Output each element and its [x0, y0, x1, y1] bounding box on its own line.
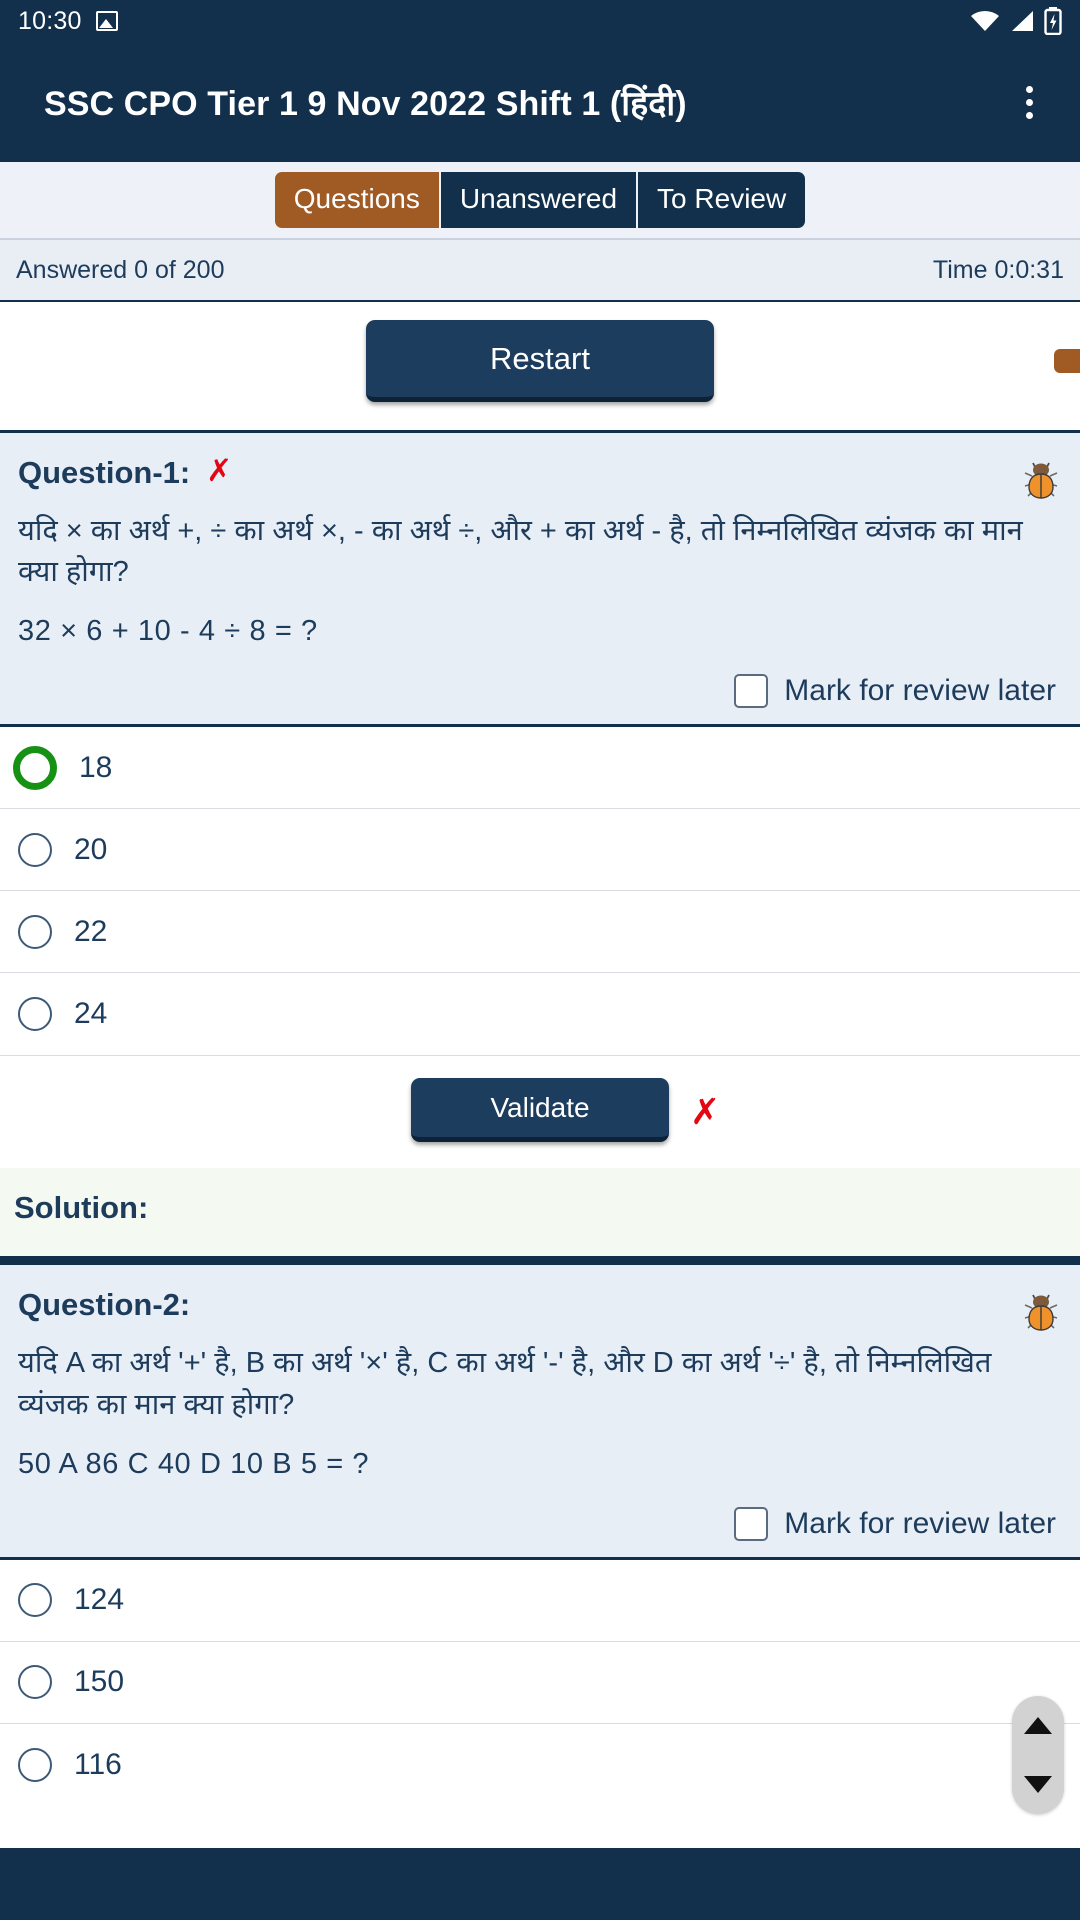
wifi-icon	[971, 10, 999, 31]
option-row[interactable]: 124	[0, 1560, 1080, 1642]
question-1-header: Question-1: ✗	[18, 455, 1062, 501]
app-bar: SSC CPO Tier 1 9 Nov 2022 Shift 1 (हिंदी…	[0, 42, 1080, 162]
option-label: 116	[74, 1747, 122, 1781]
mark-for-review-checkbox[interactable]	[734, 1506, 769, 1541]
validate-button[interactable]: Validate	[411, 1078, 669, 1143]
battery-charging-icon	[1044, 7, 1062, 35]
answered-count: Answered 0 of 200	[16, 255, 225, 284]
tab-questions[interactable]: Questions	[274, 172, 439, 228]
option-row[interactable]: 150	[0, 1642, 1080, 1724]
question-card-2: Question-2: यदि A का अर्थ '+' है, B का अ…	[0, 1265, 1080, 1557]
option-radio[interactable]	[18, 832, 52, 867]
restart-row: Restart	[0, 302, 1080, 433]
question-2-mark-row: Mark for review later	[18, 1506, 1062, 1541]
mark-for-review-label: Mark for review later	[784, 1506, 1056, 1540]
option-row[interactable]: 116	[0, 1724, 1080, 1806]
tab-group: Questions Unanswered To Review	[274, 172, 806, 228]
system-navigation-bar	[0, 1848, 1080, 1920]
progress-bar: Answered 0 of 200 Time 0:0:31	[0, 240, 1080, 302]
option-label: 24	[74, 997, 108, 1031]
question-1-text: यदि × का अर्थ +, ÷ का अर्थ ×, - का अर्थ …	[18, 515, 1023, 589]
question-2-options: 124 150 116	[0, 1556, 1080, 1806]
kebab-dot	[1025, 98, 1033, 106]
question-1-label: Question-1:	[18, 455, 191, 490]
question-card-1: Question-1: ✗ यदि × का अर्थ +, ÷ का अर्थ…	[0, 433, 1080, 725]
option-label: 20	[74, 832, 108, 866]
validate-result-icon: ✗	[690, 1091, 721, 1133]
option-row[interactable]: 24	[0, 973, 1080, 1055]
question-1-validate-row: Validate ✗	[0, 1055, 1080, 1169]
option-label: 22	[74, 914, 108, 948]
status-bar-clock: 10:30	[18, 6, 82, 35]
page-title: SSC CPO Tier 1 9 Nov 2022 Shift 1 (हिंदी…	[44, 85, 687, 123]
tab-unanswered[interactable]: Unanswered	[438, 172, 637, 228]
tab-to-review[interactable]: To Review	[636, 172, 806, 228]
question-1-mark-row: Mark for review later	[18, 674, 1062, 709]
elapsed-time: Time 0:0:31	[932, 255, 1064, 284]
question-1-solution: Solution:	[0, 1168, 1080, 1259]
image-icon	[95, 11, 118, 31]
option-label: 124	[74, 1583, 125, 1617]
question-2-label: Question-2:	[18, 1287, 191, 1323]
question-2-expression: 50 A 86 C 40 D 10 B 5 = ?	[18, 1447, 370, 1480]
status-bar: 10:30	[0, 0, 1080, 42]
option-radio[interactable]	[18, 914, 52, 949]
option-row[interactable]: 18	[0, 727, 1080, 810]
question-1-expression: 32 × 6 + 10 - 4 ÷ 8 = ?	[18, 615, 318, 648]
question-2-text: यदि A का अर्थ '+' है, B का अर्थ '×' है, …	[18, 1347, 992, 1421]
status-bar-icons	[970, 7, 1062, 35]
option-label: 18	[79, 750, 113, 784]
option-row[interactable]: 22	[0, 891, 1080, 974]
option-label: 150	[74, 1665, 125, 1699]
question-separator	[0, 1258, 1080, 1266]
solution-label: Solution:	[14, 1190, 149, 1226]
question-1-options: 18 20 22 24	[0, 724, 1080, 1056]
question-1-result-icon: ✗	[206, 453, 233, 488]
option-radio[interactable]	[18, 1583, 52, 1618]
option-row[interactable]: 20	[0, 809, 1080, 892]
app-screen: 10:30 SSC CPO Tier 1 9 Nov 2022 Shift 1 …	[0, 0, 1080, 1920]
clipped-orange-button[interactable]	[1054, 349, 1080, 373]
mark-for-review-label: Mark for review later	[784, 674, 1056, 708]
option-radio[interactable]	[18, 1665, 52, 1700]
kebab-menu-icon[interactable]	[1006, 74, 1052, 130]
question-2-header: Question-2:	[18, 1287, 1062, 1333]
option-radio-correct[interactable]	[13, 745, 57, 790]
kebab-dot	[1025, 85, 1033, 93]
question-list: Restart Question-1: ✗ यदि × का अर्थ +, ÷…	[0, 302, 1080, 1806]
mark-for-review-checkbox[interactable]	[734, 674, 769, 709]
scroll-up-icon[interactable]	[1024, 1717, 1052, 1734]
kebab-dot	[1025, 111, 1033, 119]
option-radio[interactable]	[18, 997, 52, 1032]
scroll-down-icon[interactable]	[1024, 1776, 1052, 1793]
bug-icon[interactable]	[1020, 455, 1062, 501]
restart-button[interactable]: Restart	[366, 320, 714, 402]
tab-bar: Questions Unanswered To Review	[0, 162, 1080, 240]
signal-icon	[1012, 11, 1033, 31]
option-radio[interactable]	[18, 1747, 52, 1782]
scroll-jump-control[interactable]	[1012, 1696, 1064, 1814]
bug-icon[interactable]	[1020, 1287, 1062, 1333]
